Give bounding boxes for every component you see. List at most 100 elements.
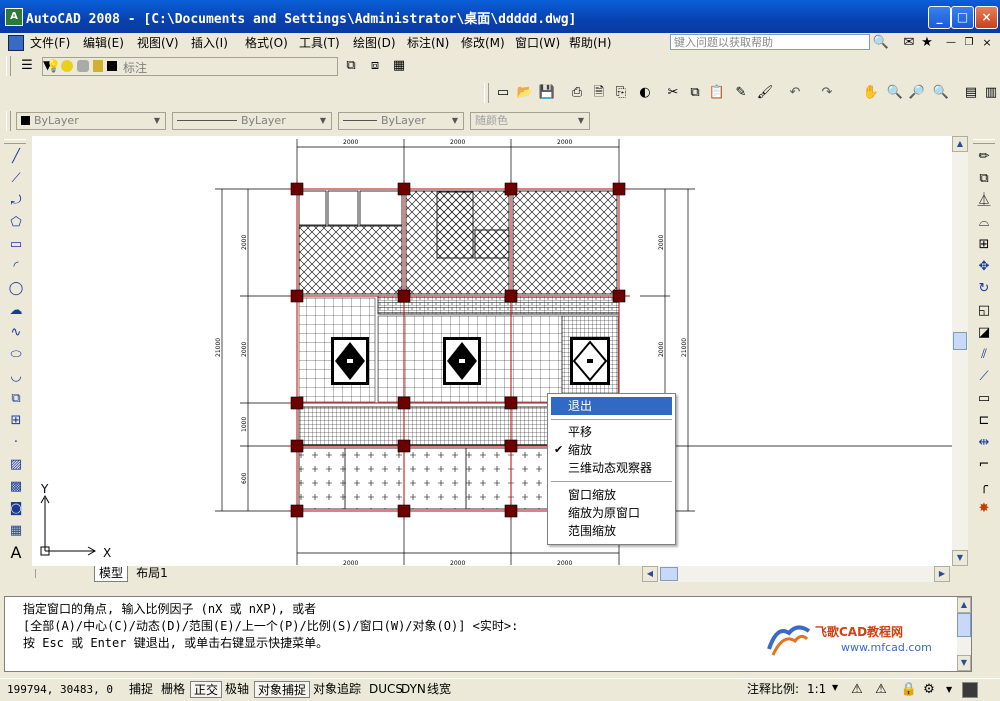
ellipse-arc-icon[interactable]: ◡ bbox=[7, 368, 25, 386]
context-item-exit[interactable]: 退出 bbox=[551, 397, 672, 415]
hatch-icon[interactable]: ▨ bbox=[7, 456, 25, 474]
zoom-previous-icon[interactable]: 🔍 bbox=[932, 84, 950, 102]
revision-cloud-icon[interactable]: ☁ bbox=[7, 302, 25, 320]
toolbar-grip[interactable] bbox=[6, 56, 11, 76]
chevron-down-icon[interactable]: ▼ bbox=[832, 683, 838, 692]
block-editor-icon[interactable]: 🖌 bbox=[756, 84, 774, 102]
menu-dimension[interactable]: 标注(N) bbox=[407, 33, 449, 53]
chevron-down-icon[interactable]: ▼ bbox=[316, 114, 330, 128]
scroll-up-arrow-icon[interactable]: ▲ bbox=[952, 136, 968, 152]
toolbar-grip[interactable] bbox=[973, 139, 995, 144]
menu-draw[interactable]: 绘图(D) bbox=[353, 33, 396, 53]
lineweight-control-dropdown[interactable]: ByLayer ▼ bbox=[338, 112, 464, 130]
line-icon[interactable]: ╱ bbox=[7, 148, 25, 166]
move-icon[interactable]: ✥ bbox=[975, 258, 993, 276]
trim-icon[interactable]: ⫽ bbox=[975, 346, 993, 364]
scroll-down-arrow-icon[interactable]: ▼ bbox=[952, 550, 968, 566]
erase-icon[interactable]: ✏ bbox=[975, 148, 993, 166]
search-icon[interactable]: 🔍 bbox=[872, 34, 890, 52]
make-object-layer-current-icon[interactable]: ⧉ bbox=[342, 57, 360, 75]
autocad-app-icon[interactable]: A bbox=[5, 8, 23, 26]
toggle-polar[interactable]: 极轴 bbox=[222, 681, 252, 698]
stretch-icon[interactable]: ◪ bbox=[975, 324, 993, 342]
auto-scale-icon[interactable]: ⚠ bbox=[872, 681, 890, 699]
toggle-otrack[interactable]: 对象追踪 bbox=[310, 681, 364, 698]
arc-icon[interactable]: ◜ bbox=[7, 258, 25, 276]
tab-model[interactable]: 模型 bbox=[94, 566, 128, 582]
menu-insert[interactable]: 插入(I) bbox=[191, 33, 228, 53]
favorites-star-icon[interactable]: ★ bbox=[918, 34, 936, 52]
doc-restore-button[interactable]: ❐ bbox=[960, 34, 978, 52]
spline-icon[interactable]: ∿ bbox=[7, 324, 25, 342]
maximize-button[interactable]: □ bbox=[951, 6, 974, 29]
polyline-icon[interactable]: ⤾ bbox=[7, 192, 25, 210]
layer-previous-icon[interactable]: ⧈ bbox=[366, 57, 384, 75]
document-icon[interactable] bbox=[8, 35, 24, 51]
close-button[interactable]: × bbox=[975, 6, 998, 29]
table-icon[interactable]: ▦ bbox=[7, 522, 25, 540]
cut-icon[interactable]: ✂ bbox=[664, 84, 682, 102]
toggle-snap[interactable]: 捕捉 bbox=[126, 681, 156, 698]
plotstyle-control-dropdown[interactable]: 随颜色 ▼ bbox=[470, 112, 590, 130]
rectangle-icon[interactable]: ▭ bbox=[7, 236, 25, 254]
chamfer-icon[interactable]: ⌐ bbox=[975, 456, 993, 474]
circle-icon[interactable]: ◯ bbox=[7, 280, 25, 298]
offset-icon[interactable]: ⌓ bbox=[975, 214, 993, 232]
context-item-zoom[interactable]: 缩放 bbox=[551, 441, 672, 459]
pan-realtime-icon[interactable]: ✋ bbox=[862, 84, 880, 102]
context-item-3d-orbit[interactable]: 三维动态观察器 bbox=[551, 459, 672, 477]
coordinate-readout[interactable]: 199794, 30483, 0 bbox=[4, 681, 128, 698]
menu-tools[interactable]: 工具(T) bbox=[299, 33, 340, 53]
menu-modify[interactable]: 修改(M) bbox=[461, 33, 505, 53]
lock-toolbar-icon[interactable]: 🔒 bbox=[900, 681, 918, 699]
chevron-down-icon[interactable]: ▼ bbox=[150, 114, 164, 128]
horizontal-scroll-thumb[interactable] bbox=[660, 567, 678, 581]
join-icon[interactable]: ⇹ bbox=[975, 434, 993, 452]
menu-window[interactable]: 窗口(W) bbox=[515, 33, 560, 53]
region-icon[interactable]: ◙ bbox=[7, 500, 25, 518]
menu-help[interactable]: 帮助(H) bbox=[569, 33, 611, 53]
break-icon[interactable]: ⊏ bbox=[975, 412, 993, 430]
vertical-scroll-thumb[interactable] bbox=[953, 332, 967, 350]
save-icon[interactable]: 💾 bbox=[538, 84, 556, 102]
tab-navigation-arrows-icon[interactable]: |◀◀▶▶| bbox=[34, 567, 94, 593]
annotation-visibility-icon[interactable]: ⚠ bbox=[848, 681, 866, 699]
open-folder-icon[interactable]: 📂 bbox=[516, 84, 534, 102]
array-icon[interactable]: ⊞ bbox=[975, 236, 993, 254]
chevron-down-icon[interactable]: ▼ bbox=[574, 114, 588, 128]
linetype-control-dropdown[interactable]: ByLayer ▼ bbox=[172, 112, 332, 130]
color-control-dropdown[interactable]: ByLayer ▼ bbox=[16, 112, 166, 130]
insert-block-icon[interactable]: ⧉ bbox=[7, 390, 25, 408]
chevron-down-icon[interactable]: ▼ bbox=[946, 685, 952, 694]
zoom-window-icon[interactable]: 🔎 bbox=[908, 84, 926, 102]
plot-icon[interactable]: ⎙ bbox=[568, 84, 586, 102]
vertical-scrollbar[interactable]: ▲ ▼ bbox=[952, 136, 968, 566]
context-item-zoom-original[interactable]: 缩放为原窗口 bbox=[551, 504, 672, 522]
scroll-down-arrow-icon[interactable]: ▼ bbox=[957, 655, 971, 671]
undo-icon[interactable]: ↶ bbox=[786, 84, 804, 102]
polygon-icon[interactable]: ⬠ bbox=[7, 214, 25, 232]
tab-layout1[interactable]: 布局1 bbox=[132, 566, 172, 582]
minimize-button[interactable]: _ bbox=[928, 6, 951, 29]
toggle-lineweight[interactable]: 线宽 bbox=[424, 681, 454, 698]
zoom-realtime-icon[interactable]: 🔍 bbox=[886, 84, 904, 102]
menu-format[interactable]: 格式(O) bbox=[245, 33, 288, 53]
layer-dropdown[interactable]: 💡 标注 ▼ bbox=[42, 57, 338, 76]
communication-center-icon[interactable]: ✉ bbox=[900, 34, 918, 52]
toggle-grid[interactable]: 栅格 bbox=[158, 681, 188, 698]
extend-icon[interactable]: ⟋ bbox=[975, 368, 993, 386]
doc-close-button[interactable]: × bbox=[978, 34, 996, 52]
menu-edit[interactable]: 编辑(E) bbox=[83, 33, 124, 53]
toggle-ortho[interactable]: 正交 bbox=[190, 681, 223, 698]
drawing-canvas[interactable]: 2000 2000 2000 2000 2000 2000 2000 2000 … bbox=[32, 136, 952, 566]
menu-file[interactable]: 文件(F) bbox=[30, 33, 70, 53]
status-tray-settings-icon[interactable]: ⚙ bbox=[920, 681, 938, 699]
copy-icon[interactable]: ⧉ bbox=[686, 84, 704, 102]
toggle-osnap[interactable]: 对象捕捉 bbox=[254, 681, 311, 698]
new-file-icon[interactable]: ▭ bbox=[494, 84, 512, 102]
multiline-text-icon[interactable]: A bbox=[7, 544, 25, 562]
toolbar-grip[interactable] bbox=[6, 111, 11, 131]
context-item-pan[interactable]: 平移 bbox=[551, 423, 672, 441]
context-item-zoom-window[interactable]: 窗口缩放 bbox=[551, 486, 672, 504]
toolbar-grip[interactable] bbox=[484, 83, 489, 103]
